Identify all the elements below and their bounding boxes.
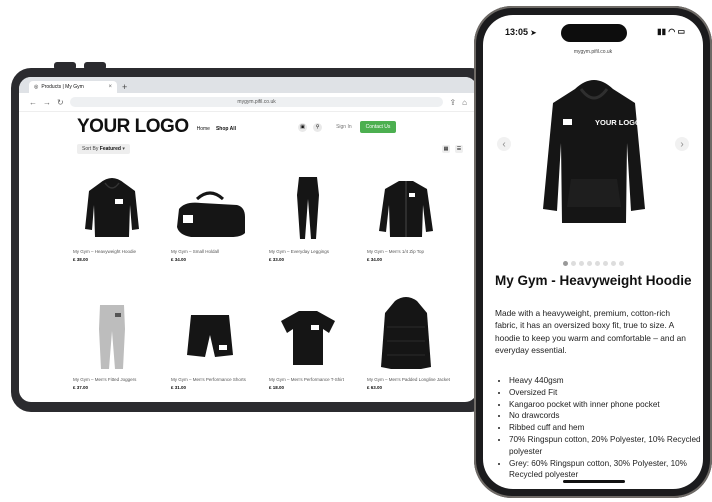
wifi-icon: ◠ — [668, 27, 676, 36]
product-name[interactable]: My Gym – Men's Performance Shorts — [161, 377, 259, 383]
product-image-shorts — [161, 293, 259, 375]
product-card[interactable]: My Gym – Men's 1/4 Zip Top £ 34.00 — [357, 165, 455, 285]
feature-item: 70% Ringspun cotton, 20% Polyester, 10% … — [509, 434, 703, 458]
phone-screen: 13:05 ➤ ▮▮ ◠ ▭ mygym.pifil.co.uk YOUR LO… — [483, 15, 703, 489]
carousel-dot[interactable] — [578, 261, 584, 266]
browser-tab-bar: ◎ Products | My Gym × + — [19, 77, 477, 93]
product-image-hoodie — [63, 165, 161, 247]
carousel-dot[interactable] — [586, 261, 592, 266]
new-tab-button[interactable]: + — [122, 81, 127, 93]
site-logo[interactable]: YOUR LOGO — [77, 116, 189, 138]
feature-item: Heavy 440gsm — [509, 375, 703, 387]
location-icon: ➤ — [530, 30, 537, 37]
product-title: My Gym - Heavyweight Hoodie — [495, 273, 692, 288]
carousel-dots — [483, 261, 703, 266]
product-name[interactable]: My Gym – Heavyweight Hoodie — [63, 249, 161, 255]
view-toggles: ▦ ☰ — [442, 145, 463, 153]
sort-value: Featured — [99, 146, 121, 152]
carousel-dot[interactable] — [562, 261, 568, 266]
search-icon[interactable]: ⚲ — [313, 122, 323, 132]
dynamic-island — [561, 24, 627, 42]
address-bar: ← → ↻ mygym.pifil.co.uk ⇪ ⌂ — [19, 93, 477, 112]
sort-dropdown[interactable]: Sort By Featured ▾ — [77, 144, 130, 154]
product-description: Made with a heavyweight, premium, cotton… — [495, 308, 686, 356]
product-card[interactable]: My Gym – Heavyweight Hoodie £ 38.00 — [63, 165, 161, 285]
feature-item: Kangaroo pocket with inner phone pocket — [509, 399, 703, 411]
product-price: £ 37.00 — [73, 385, 89, 390]
product-name[interactable]: My Gym – Everyday Leggings — [259, 249, 357, 255]
lock-icon: ⌂ — [462, 97, 467, 107]
tablet-screen: ◎ Products | My Gym × + ← → ↻ mygym.pifi… — [19, 77, 477, 402]
reload-icon[interactable]: ↻ — [57, 98, 64, 107]
product-image-jacket — [357, 293, 455, 375]
site-header: YOUR LOGO Home Shop All ▣ ⚲ Sign In Cont… — [19, 112, 477, 142]
product-card[interactable]: My Gym – Everyday Leggings £ 33.00 — [259, 165, 357, 285]
product-name[interactable]: My Gym – Men's Fitted Joggers — [63, 377, 161, 383]
battery-icon: ▭ — [677, 27, 685, 36]
signal-icon: ▮▮ — [657, 27, 666, 36]
sign-in-link[interactable]: Sign In — [336, 124, 352, 130]
sort-row: Sort By Featured ▾ ▦ ☰ — [19, 142, 477, 156]
phone-device: 13:05 ➤ ▮▮ ◠ ▭ mygym.pifil.co.uk YOUR LO… — [474, 6, 712, 498]
product-image-bag — [161, 165, 259, 247]
product-card[interactable]: My Gym – Men's Performance T-Shirt £ 18.… — [259, 293, 357, 402]
image-logo-print: YOUR LOGO — [595, 118, 641, 127]
product-price: £ 38.00 — [73, 257, 89, 262]
back-arrow-icon[interactable]: ← — [29, 98, 37, 107]
share-icon[interactable]: ⇪ — [449, 98, 456, 107]
product-name[interactable]: My Gym – Small Holdall — [161, 249, 259, 255]
phone-url-bar[interactable]: mygym.pifil.co.uk — [483, 49, 703, 55]
feature-item: Ribbed cuff and hem — [509, 422, 703, 434]
browser-tab[interactable]: ◎ Products | My Gym × — [29, 81, 117, 93]
chevron-left-icon[interactable]: ‹ — [497, 137, 511, 151]
forward-arrow-icon[interactable]: → — [43, 98, 51, 107]
product-card[interactable]: My Gym – Men's Fitted Joggers £ 37.00 — [63, 293, 161, 402]
nav-home-link[interactable]: Home — [197, 126, 210, 132]
chevron-down-icon: ▾ — [122, 146, 125, 152]
home-indicator[interactable] — [563, 480, 625, 483]
product-price: £ 34.00 — [171, 257, 187, 262]
nav-shop-all-link[interactable]: Shop All — [216, 126, 236, 132]
product-card[interactable]: My Gym – Small Holdall £ 34.00 — [161, 165, 259, 285]
carousel-dot[interactable] — [570, 261, 576, 266]
carousel-dot[interactable] — [618, 261, 624, 266]
header-icons: ▣ ⚲ — [298, 122, 323, 132]
site-nav: Home Shop All — [197, 126, 236, 132]
product-grid: My Gym – Heavyweight Hoodie £ 38.00 My G… — [63, 165, 455, 402]
product-card[interactable]: My Gym – Men's Padded Longline Jacket £ … — [357, 293, 455, 402]
product-card[interactable]: My Gym – Men's Performance Shorts £ 31.0… — [161, 293, 259, 402]
tablet-device: ◎ Products | My Gym × + ← → ↻ mygym.pifi… — [11, 68, 491, 412]
tab-close-icon[interactable]: × — [108, 84, 112, 90]
feature-item: Grey: 60% Ringspun cotton, 30% Polyester… — [509, 458, 703, 482]
product-name[interactable]: My Gym – Men's Performance T-Shirt — [259, 377, 357, 383]
product-image-joggers — [63, 293, 161, 375]
favicon-icon: ◎ — [34, 84, 39, 90]
product-image-zip-top — [357, 165, 455, 247]
product-price: £ 33.00 — [269, 257, 285, 262]
carousel-dot[interactable] — [610, 261, 616, 266]
product-name[interactable]: My Gym – Men's 1/4 Zip Top — [357, 249, 455, 255]
sort-label: Sort By — [82, 146, 99, 152]
product-features-list: Heavy 440gsmOversized FitKangaroo pocket… — [495, 375, 703, 481]
contact-us-button[interactable]: Contact Us — [359, 121, 397, 133]
product-price: £ 63.00 — [367, 385, 383, 390]
status-time: 13:05 — [505, 27, 529, 37]
product-price: £ 34.00 — [367, 257, 383, 262]
product-image-tshirt — [259, 293, 357, 375]
product-image-leggings — [259, 165, 357, 247]
feature-item: Oversized Fit — [509, 387, 703, 399]
url-field[interactable]: mygym.pifil.co.uk — [69, 97, 444, 107]
chevron-right-icon[interactable]: › — [675, 137, 689, 151]
feature-item: No drawcords — [509, 410, 703, 422]
tab-title: Products | My Gym — [41, 84, 84, 90]
cart-icon[interactable]: ▣ — [298, 122, 308, 132]
product-price: £ 31.00 — [171, 385, 187, 390]
carousel-dot[interactable] — [602, 261, 608, 266]
list-view-icon[interactable]: ☰ — [455, 145, 463, 153]
carousel-dot[interactable] — [594, 261, 600, 266]
product-name[interactable]: My Gym – Men's Padded Longline Jacket — [357, 377, 455, 383]
product-main-image: YOUR LOGO — [523, 67, 665, 237]
product-price: £ 18.00 — [269, 385, 285, 390]
grid-view-icon[interactable]: ▦ — [442, 145, 450, 153]
